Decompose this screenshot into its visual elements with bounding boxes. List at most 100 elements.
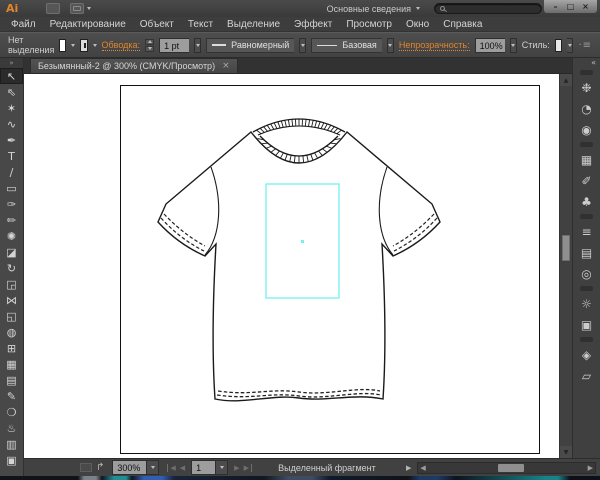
tool-blob-brush[interactable]: ✺	[0, 228, 23, 244]
tool-selection[interactable]: ↖	[0, 68, 23, 84]
panel-color-icon[interactable]: ❉	[573, 77, 600, 98]
panel-swatches-icon[interactable]: ▦	[573, 149, 600, 170]
scroll-up-icon[interactable]: ▲	[560, 74, 572, 86]
fill-swatch[interactable]	[59, 39, 66, 52]
menu-type[interactable]: Текст	[181, 19, 220, 30]
tool-symbol-sprayer[interactable]: ♨	[0, 420, 23, 436]
panel-symbols-icon[interactable]: ♣	[573, 191, 600, 212]
scroll-left-icon[interactable]: ◀	[418, 464, 427, 472]
panel-pathfinder-icon[interactable]: ◉	[573, 119, 600, 140]
tool-lasso[interactable]: ∿	[0, 116, 23, 132]
dock-collapse-button[interactable]: «	[573, 58, 600, 68]
stroke-panel-link[interactable]: Обводка:	[102, 40, 141, 51]
next-artboard-icon[interactable]: ▶	[232, 464, 241, 472]
bridge-icon[interactable]	[46, 3, 60, 14]
artboard-dropdown-button[interactable]	[215, 460, 228, 475]
tool-direct-selection[interactable]: ⇖	[0, 84, 23, 100]
minimize-button[interactable]: –	[548, 0, 563, 13]
arrange-documents-icon[interactable]	[70, 3, 84, 14]
width-profile-select[interactable]: Равномерный	[206, 38, 294, 53]
tool-width[interactable]: ⋈	[0, 292, 23, 308]
control-panel-menu-icon[interactable]: ·≡	[578, 40, 592, 51]
panel-brushes-icon[interactable]: ✐	[573, 170, 600, 191]
style-swatch[interactable]	[555, 39, 562, 52]
workspace-switcher[interactable]: Основные сведения	[327, 4, 420, 14]
tool-free-transform[interactable]: ◱	[0, 308, 23, 324]
tool-rectangle[interactable]: ▭	[0, 180, 23, 196]
tool-type[interactable]: T	[0, 148, 23, 164]
horizontal-scrollbar-thumb[interactable]	[498, 464, 524, 472]
vertical-scrollbar[interactable]: ▲ ▼	[559, 74, 572, 458]
vertical-scrollbar-thumb[interactable]	[562, 235, 570, 261]
artboard[interactable]	[120, 85, 540, 454]
stroke-swatch[interactable]	[80, 39, 87, 52]
document-tab[interactable]: Безымянный-2 @ 300% (CMYK/Просмотр) ×	[30, 58, 238, 73]
zoom-dropdown-button[interactable]	[146, 460, 159, 475]
panel-color-guide-icon[interactable]: ◔	[573, 98, 600, 119]
opacity-dropdown-button[interactable]	[510, 38, 517, 53]
menu-file[interactable]: Файл	[4, 19, 43, 30]
arrange-documents-arrow-icon[interactable]	[87, 7, 91, 10]
tool-eyedropper[interactable]: ✎	[0, 388, 23, 404]
dock-grip[interactable]	[580, 286, 593, 291]
tool-column-graph[interactable]: ▥	[0, 436, 23, 452]
brush-select[interactable]: Базовая	[311, 38, 381, 53]
style-dropdown-button[interactable]	[567, 38, 574, 53]
panel-gradient-icon[interactable]: ▤	[573, 242, 600, 263]
menu-edit[interactable]: Редактирование	[43, 19, 133, 30]
brush-dropdown-button[interactable]	[387, 38, 394, 53]
menu-effect[interactable]: Эффект	[287, 19, 339, 30]
export-icon[interactable]: ↱	[96, 462, 104, 473]
menu-view[interactable]: Просмотр	[339, 19, 399, 30]
tool-rotate[interactable]: ↻	[0, 260, 23, 276]
tool-gradient[interactable]: ▤	[0, 372, 23, 388]
stroke-width-dropdown-button[interactable]	[194, 38, 201, 53]
tool-mesh[interactable]: ▦	[0, 356, 23, 372]
tool-blend[interactable]: ❍	[0, 404, 23, 420]
panel-transparency-icon[interactable]: ◎	[573, 263, 600, 284]
maximize-button[interactable]: □	[563, 0, 578, 13]
tool-artboard[interactable]: ▣	[0, 452, 23, 468]
stroke-width-stepper[interactable]	[145, 39, 154, 52]
previous-artboard-icon[interactable]: ◀	[178, 464, 187, 472]
search-input[interactable]	[434, 3, 542, 14]
tool-eraser[interactable]: ◪	[0, 244, 23, 260]
tool-shape-builder[interactable]: ◍	[0, 324, 23, 340]
preview-mode-icon[interactable]	[80, 463, 92, 472]
menu-select[interactable]: Выделение	[220, 19, 287, 30]
zoom-level-field[interactable]: 300%	[112, 460, 146, 475]
close-button[interactable]: ×	[578, 0, 593, 13]
last-artboard-icon[interactable]: ▶	[242, 464, 252, 472]
opacity-field[interactable]: 100%	[475, 38, 505, 53]
tool-line-segment[interactable]: ∕	[0, 164, 23, 180]
dock-grip[interactable]	[580, 142, 593, 147]
stroke-width-field[interactable]: 1 pt	[159, 38, 189, 53]
stroke-dropdown-icon[interactable]	[93, 44, 97, 47]
fill-dropdown-icon[interactable]	[71, 44, 75, 47]
canvas[interactable]	[24, 74, 559, 458]
horizontal-scrollbar[interactable]: ◀ ▶	[417, 462, 596, 474]
tool-pencil[interactable]: ✏	[0, 212, 23, 228]
scroll-down-icon[interactable]: ▼	[560, 446, 572, 458]
panel-stroke-icon[interactable]: ≡	[573, 221, 600, 242]
tool-perspective-grid[interactable]: ⊞	[0, 340, 23, 356]
menu-window[interactable]: Окно	[399, 19, 436, 30]
dock-grip[interactable]	[580, 214, 593, 219]
panel-appearance-icon[interactable]: ☼	[573, 293, 600, 314]
tool-scale[interactable]: ◲	[0, 276, 23, 292]
tool-paintbrush[interactable]: ✑	[0, 196, 23, 212]
menu-object[interactable]: Объект	[133, 19, 181, 30]
menu-help[interactable]: Справка	[436, 19, 489, 30]
tab-close-icon[interactable]: ×	[222, 61, 230, 71]
opacity-panel-link[interactable]: Непрозрачность:	[399, 40, 470, 51]
dock-grip[interactable]	[580, 337, 593, 342]
status-popup-icon[interactable]: ▶	[402, 464, 415, 472]
scroll-right-icon[interactable]: ▶	[586, 464, 595, 472]
panel-layers-icon[interactable]: ◈	[573, 344, 600, 365]
tool-pen[interactable]: ✒	[0, 132, 23, 148]
artboard-number-field[interactable]: 1	[191, 460, 215, 475]
panel-artboards-icon[interactable]: ▱	[573, 365, 600, 386]
tool-magic-wand[interactable]: ✶	[0, 100, 23, 116]
profile-dropdown-button[interactable]	[299, 38, 306, 53]
first-artboard-icon[interactable]: ◀	[167, 464, 177, 472]
